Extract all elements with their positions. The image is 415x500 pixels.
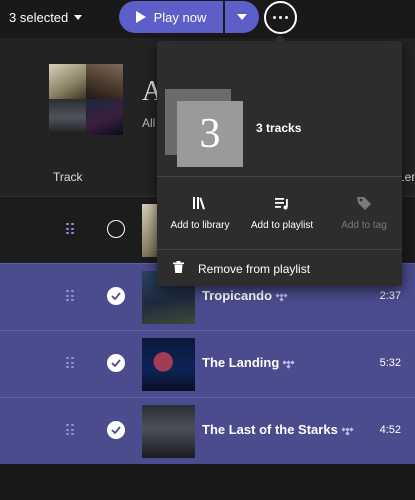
add-to-playlist-button[interactable]: Add to playlist (241, 193, 323, 232)
track-duration: 4:52 (379, 424, 401, 436)
divider (157, 249, 402, 250)
add-to-playlist-label: Add to playlist (250, 220, 314, 231)
playlist-add-icon (272, 193, 292, 213)
add-to-tag-button[interactable]: Add to tag (323, 193, 405, 232)
play-now-button[interactable]: Play now (119, 1, 223, 33)
selection-count-label: 3 selected (9, 9, 69, 25)
caret-down-icon (74, 15, 83, 20)
trash-icon (173, 261, 184, 276)
tidal-icon (282, 359, 295, 369)
track-title[interactable]: Tropicando (202, 288, 288, 303)
more-icon-dot (273, 16, 276, 19)
playlist-artwork-mosaic (49, 64, 123, 135)
track-title[interactable]: The Landing (202, 355, 295, 370)
drag-handle-icon[interactable] (66, 424, 74, 436)
album-art-tile (86, 64, 123, 99)
row-checkbox[interactable] (107, 287, 125, 305)
selection-count-dropdown[interactable]: 3 selected (9, 6, 83, 28)
selection-count-number: 3 (177, 101, 243, 167)
selection-count-text: 3 tracks (256, 121, 302, 135)
more-icon-dot (279, 16, 282, 19)
play-icon (135, 11, 146, 23)
tag-icon (354, 193, 374, 213)
selection-actions-popover: 3 3 tracks Add to library Add to playlis… (157, 35, 405, 286)
play-options-dropdown-button[interactable] (225, 1, 259, 33)
track-row[interactable]: The Last of the Starks 4:52 (0, 397, 415, 464)
track-row[interactable]: The Landing 5:32 (0, 330, 415, 397)
add-to-library-button[interactable]: Add to library (159, 193, 241, 232)
popover-arrow (274, 35, 286, 41)
track-duration: 5:32 (379, 357, 401, 369)
library-icon (190, 193, 210, 213)
column-header-track[interactable]: Track (53, 170, 83, 184)
drag-handle-icon[interactable] (66, 357, 74, 369)
album-art (142, 338, 195, 391)
drag-handle-icon[interactable] (66, 223, 74, 235)
selection-stack-graphic: 3 (165, 89, 245, 169)
list-bottom-spacer (0, 464, 415, 500)
album-art-tile (49, 99, 86, 135)
album-art (142, 405, 195, 458)
more-options-button[interactable] (264, 1, 297, 34)
tidal-icon (341, 426, 354, 436)
caret-down-icon (237, 14, 247, 20)
add-to-tag-label: Add to tag (341, 220, 387, 231)
row-checkbox[interactable] (107, 220, 125, 238)
top-bar: 3 selected Play now (0, 0, 415, 38)
album-art-tile (49, 64, 86, 99)
row-checkbox[interactable] (107, 354, 125, 372)
track-duration: 2:37 (379, 290, 401, 302)
add-to-library-label: Add to library (170, 220, 230, 231)
more-icon-dot (285, 16, 288, 19)
track-title[interactable]: The Last of the Starks (202, 422, 354, 437)
remove-from-playlist-label: Remove from playlist (198, 261, 311, 276)
play-button-group: Play now (119, 1, 259, 33)
divider (157, 176, 402, 177)
playlist-subtitle: All (142, 116, 156, 130)
tidal-icon (275, 292, 288, 302)
play-now-label: Play now (153, 9, 207, 25)
remove-from-playlist-button[interactable]: Remove from playlist (173, 261, 310, 276)
album-art-tile (86, 99, 123, 135)
drag-handle-icon[interactable] (66, 290, 74, 302)
row-checkbox[interactable] (107, 421, 125, 439)
